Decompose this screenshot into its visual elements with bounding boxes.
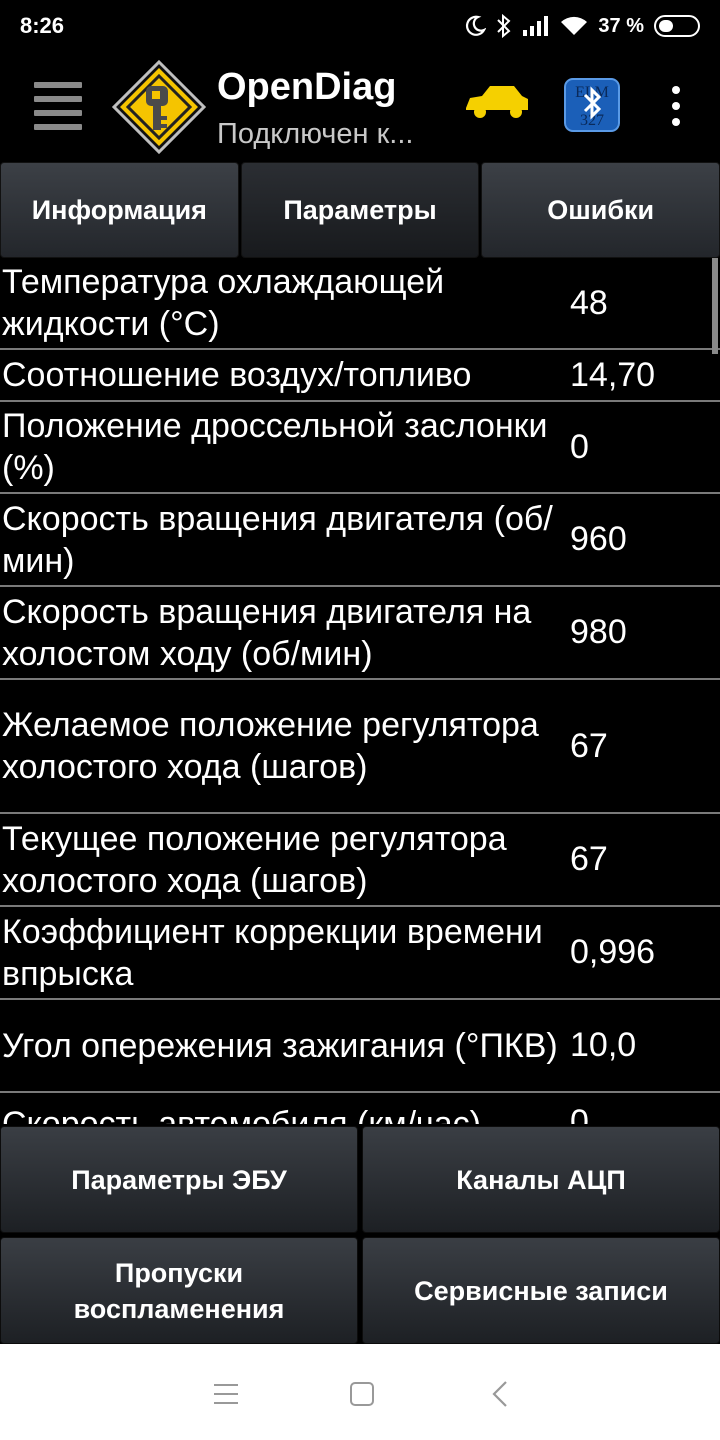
param-value: 10,0 [570,1026,637,1064]
battery-percent: 37 % [598,14,644,37]
signal-icon [523,16,549,36]
adc-channels-button[interactable]: Каналы АЦП [362,1126,720,1233]
param-name: Текущее положение регулятора холостого х… [2,819,507,900]
param-row: Коэффициент коррекции времени впрыска 0,… [0,907,720,1000]
tab-parameters[interactable]: Параметры [240,162,480,258]
param-name: Коэффициент коррекции времени впрыска [2,912,543,993]
car-icon[interactable] [462,82,532,122]
scrollbar[interactable] [712,258,718,354]
param-value: 67 [570,726,608,765]
param-row: Соотношение воздух/топливо 14,70 [0,350,720,402]
tab-information[interactable]: Информация [0,162,239,258]
wifi-icon [561,16,588,35]
misfires-button[interactable]: Пропуски воспламенения [0,1237,358,1344]
tab-errors[interactable]: Ошибки [481,162,720,258]
parameter-list[interactable]: Температура охлаждающей жидкости (°C) 48… [0,258,720,1124]
param-name: Скорость вращения двигателя (об/мин) [2,499,553,580]
param-name: Скорость автомобиля (км/час) [2,1105,482,1124]
param-row: Положение дроссельной заслонки (%) 0 [0,402,720,494]
back-icon[interactable] [488,1380,512,1408]
param-name: Скорость вращения двигателя на холостом … [2,592,532,673]
param-value: 0 [570,427,589,466]
param-value: 980 [570,613,627,651]
param-name: Угол опережения зажигания (°ПКВ) [2,1026,558,1065]
home-icon[interactable] [350,1382,374,1406]
tab-bar: Информация Параметры Ошибки [0,162,720,258]
bottom-button-grid: Параметры ЭБУ Каналы АЦП Пропуски воспла… [0,1126,720,1344]
param-value: 0,996 [570,933,656,971]
param-row: Скорость вращения двигателя (об/мин) 960 [0,494,720,587]
bluetooth-elm327-icon[interactable]: ELM 327 [564,78,620,132]
param-name: Положение дроссельной заслонки (%) [2,407,548,487]
param-row: Текущее положение регулятора холостого х… [0,814,720,907]
overflow-menu-icon[interactable] [666,86,686,126]
param-name: Температура охлаждающей жидкости (°C) [2,263,445,343]
param-row: Угол опережения зажигания (°ПКВ) 10,0 [0,1000,720,1093]
app-bar: OpenDiag Подключен к... ELM 327 [0,52,720,160]
ecu-parameters-button[interactable]: Параметры ЭБУ [0,1126,358,1233]
service-records-button[interactable]: Сервисные записи [362,1237,720,1344]
param-name: Соотношение воздух/топливо [2,356,472,394]
app-logo-key-icon [111,59,207,155]
status-icons: 37 % [464,14,700,38]
status-bar: 8:26 37 % [0,0,720,52]
param-row: Желаемое положение регулятора холостого … [0,680,720,814]
app-title: OpenDiag [217,66,397,108]
param-value: 48 [570,283,608,322]
param-value: 14,70 [570,355,656,394]
param-value: 67 [570,840,608,878]
menu-icon[interactable] [34,82,82,130]
system-nav-bar [0,1344,720,1440]
bluetooth-icon [497,14,511,38]
param-row: Скорость вращения двигателя на холостом … [0,587,720,680]
param-value: 0 [570,1103,589,1124]
status-time: 8:26 [20,13,65,38]
param-value: 960 [570,520,627,558]
connection-status: Подключен к... [217,118,414,150]
param-row: Температура охлаждающей жидкости (°C) 48 [0,258,720,350]
param-row: Скорость автомобиля (км/час) 0 [0,1093,720,1124]
moon-icon [466,15,487,36]
battery-icon [654,15,700,37]
recents-icon[interactable] [214,1384,238,1404]
param-name: Желаемое положение регулятора холостого … [2,706,539,786]
